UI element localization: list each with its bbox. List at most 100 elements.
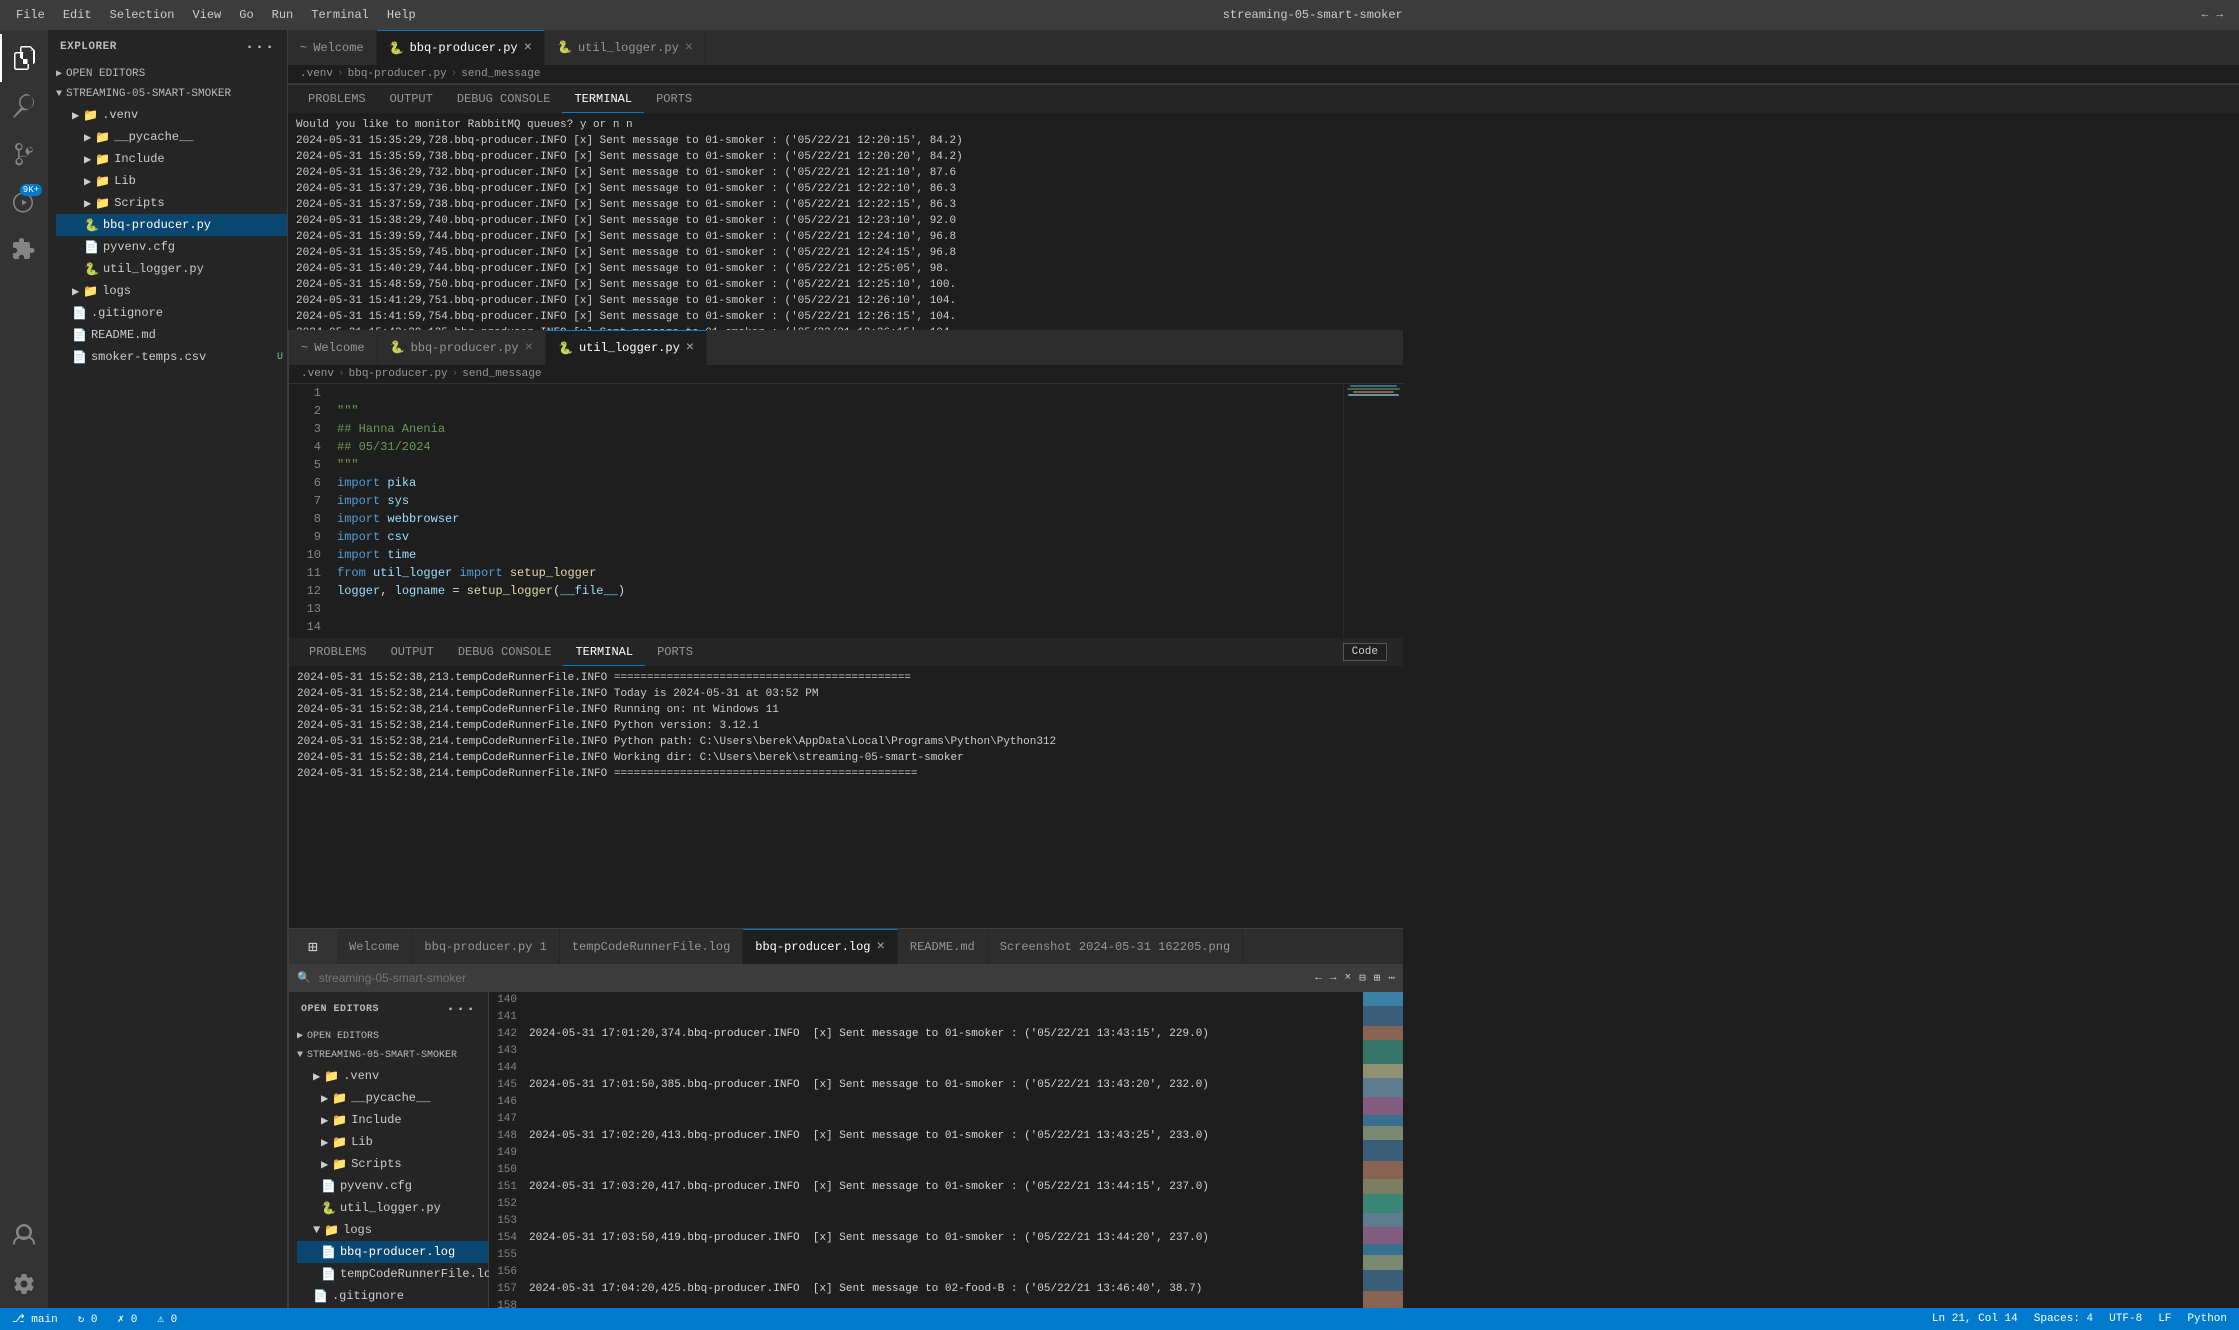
right-tab-close-bbq[interactable]: × xyxy=(525,340,533,356)
right-top-terminal[interactable]: 2024-05-31 15:52:38,213.tempCodeRunnerFi… xyxy=(289,666,1403,928)
rb-nav-forward[interactable]: → xyxy=(1330,972,1337,984)
se-project[interactable]: ▼ STREAMING-05-SMART-SMOKER xyxy=(289,1046,488,1065)
se-dots[interactable]: ··· xyxy=(446,1000,476,1018)
se-gitignore[interactable]: 📄 .gitignore xyxy=(297,1285,488,1307)
panel-tab-terminal[interactable]: TERMINAL xyxy=(562,85,644,113)
menu-view[interactable]: View xyxy=(184,6,229,24)
tree-item-gitignore[interactable]: 📄 .gitignore xyxy=(56,302,287,324)
encoding[interactable]: UTF-8 xyxy=(2105,1313,2146,1325)
right-tab-welcome[interactable]: ~ Welcome xyxy=(289,330,378,365)
activity-explorer[interactable] xyxy=(0,34,48,82)
se-logs[interactable]: ▼📁 logs xyxy=(297,1219,488,1241)
se-include[interactable]: ▶📁 Include xyxy=(297,1109,488,1131)
tree-item-bbq-producer[interactable]: 🐍 bbq-producer.py xyxy=(56,214,287,236)
tab-close-util[interactable]: × xyxy=(685,40,693,56)
rb-more-icon[interactable]: ⋯ xyxy=(1388,971,1395,985)
git-branch[interactable]: ⎇ main xyxy=(8,1312,62,1326)
tab-welcome[interactable]: ~ Welcome xyxy=(288,30,377,65)
code-button[interactable]: Code xyxy=(1343,643,1387,661)
activity-search[interactable] xyxy=(0,82,48,130)
menu-file[interactable]: File xyxy=(8,6,53,24)
tree-item-scripts[interactable]: ▶ 📁 Scripts xyxy=(56,192,287,214)
section-project[interactable]: ▼ STREAMING-05-SMART-SMOKER xyxy=(48,84,287,104)
cursor-position[interactable]: Ln 21, Col 14 xyxy=(1928,1313,2022,1325)
right-bc-file[interactable]: bbq-producer.py xyxy=(349,368,448,380)
explorer-menu-dots[interactable]: ··· xyxy=(245,38,275,56)
nav-back[interactable]: ← xyxy=(2202,9,2209,21)
se-pycache[interactable]: ▶📁 __pycache__ xyxy=(297,1087,488,1109)
tree-item-logs[interactable]: ▶ 📁 logs xyxy=(56,280,287,302)
rb-split-icon[interactable]: ⊟ xyxy=(1359,971,1366,985)
right-bc-venv[interactable]: .venv xyxy=(301,368,334,380)
rb-search-input[interactable] xyxy=(319,971,1308,985)
breadcrumb-file[interactable]: bbq-producer.py xyxy=(348,68,447,80)
menu-terminal[interactable]: Terminal xyxy=(303,6,377,24)
language-mode[interactable]: Python xyxy=(2183,1313,2231,1325)
line-ending[interactable]: LF xyxy=(2154,1313,2175,1325)
tree-item-readme[interactable]: 📄 README.md xyxy=(56,324,287,346)
right-panel-tab-terminal[interactable]: TERMINAL xyxy=(563,638,645,666)
sync-status[interactable]: ↻ 0 xyxy=(74,1312,102,1326)
indentation[interactable]: Spaces: 4 xyxy=(2030,1313,2097,1325)
rb-tab-log[interactable]: bbq-producer.log × xyxy=(743,929,898,964)
breadcrumb-venv[interactable]: .venv xyxy=(300,68,333,80)
activity-extensions[interactable] xyxy=(0,226,48,274)
tree-item-pyvenv[interactable]: 📄 pyvenv.cfg xyxy=(56,236,287,258)
rb-log-close[interactable]: × xyxy=(877,939,885,955)
tree-item-smoker-temps[interactable]: 📄 smoker-temps.csv U xyxy=(56,346,287,368)
activity-settings[interactable] xyxy=(0,1260,48,1308)
tree-item-venv[interactable]: ▶ 📁 .venv xyxy=(56,104,287,126)
right-panel-tab-problems[interactable]: PROBLEMS xyxy=(297,638,379,666)
log-content[interactable]: 140141142143144 145146147148149 15015115… xyxy=(489,992,1403,1308)
rb-explorer-icon[interactable]: ⊞ xyxy=(308,937,318,957)
tree-item-lib[interactable]: ▶ 📁 Lib xyxy=(56,170,287,192)
menu-selection[interactable]: Selection xyxy=(102,6,183,24)
se-bbq-log[interactable]: 📄 bbq-producer.log xyxy=(297,1241,488,1263)
se-lib[interactable]: ▶📁 Lib xyxy=(297,1131,488,1153)
rb-grid-icon[interactable]: ⊞ xyxy=(1374,971,1381,985)
tab-close-bbq[interactable]: × xyxy=(524,40,532,56)
rb-nav-back[interactable]: ← xyxy=(1315,972,1322,984)
tab-bbq-producer[interactable]: 🐍 bbq-producer.py × xyxy=(377,30,545,65)
right-panel-tab-debug[interactable]: DEBUG CONSOLE xyxy=(446,638,564,666)
menu-go[interactable]: Go xyxy=(231,6,261,24)
tree-item-pycache[interactable]: ▶ 📁 __pycache__ xyxy=(56,126,287,148)
menu-edit[interactable]: Edit xyxy=(55,6,100,24)
activity-accounts[interactable] xyxy=(0,1212,48,1260)
right-panel-tab-output[interactable]: OUTPUT xyxy=(379,638,446,666)
menu-run[interactable]: Run xyxy=(264,6,302,24)
right-code-content[interactable]: """ ## Hanna Anenia ## 05/31/2024 """ im… xyxy=(329,384,1343,638)
nav-forward[interactable]: → xyxy=(2216,9,2223,21)
terminal-content[interactable]: Would you like to monitor RabbitMQ queue… xyxy=(288,113,2239,330)
rb-tab-temp[interactable]: tempCodeRunnerFile.log xyxy=(560,929,743,964)
panel-tab-problems[interactable]: PROBLEMS xyxy=(296,85,378,113)
tab-util-logger[interactable]: 🐍 util_logger.py × xyxy=(545,30,706,65)
tree-item-include[interactable]: ▶ 📁 Include xyxy=(56,148,287,170)
rb-close-search[interactable]: × xyxy=(1345,972,1352,984)
rb-tab-screenshot[interactable]: Screenshot 2024-05-31 162205.png xyxy=(988,929,1243,964)
se-venv[interactable]: ▶📁 .venv xyxy=(297,1065,488,1087)
rb-tab-readme[interactable]: README.md xyxy=(898,929,988,964)
tree-item-util-logger[interactable]: 🐍 util_logger.py xyxy=(56,258,287,280)
se-temp-code[interactable]: 📄 tempCodeRunnerFile.log xyxy=(297,1263,488,1285)
panel-tab-debug[interactable]: DEBUG CONSOLE xyxy=(445,85,563,113)
warning-status[interactable]: ⚠ 0 xyxy=(153,1312,181,1326)
activity-git[interactable] xyxy=(0,130,48,178)
section-open-editors[interactable]: ▶ OPEN EDITORS xyxy=(48,64,287,84)
se-pyvenv[interactable]: 📄 pyvenv.cfg xyxy=(297,1175,488,1197)
rb-tab-bbq1[interactable]: bbq-producer.py 1 xyxy=(412,929,559,964)
se-open-editors[interactable]: ▶ OPEN EDITORS xyxy=(289,1026,488,1046)
rb-tab-welcome[interactable]: Welcome xyxy=(337,929,412,964)
se-scripts[interactable]: ▶📁 Scripts xyxy=(297,1153,488,1175)
right-tab-util[interactable]: 🐍 util_logger.py × xyxy=(546,330,707,365)
right-panel-tab-ports[interactable]: PORTS xyxy=(645,638,705,666)
right-tab-close-util[interactable]: × xyxy=(686,340,694,356)
se-util-logger[interactable]: 🐍 util_logger.py xyxy=(297,1197,488,1219)
panel-tab-ports[interactable]: PORTS xyxy=(644,85,704,113)
menu-help[interactable]: Help xyxy=(379,6,424,24)
panel-tab-output[interactable]: OUTPUT xyxy=(378,85,445,113)
error-status[interactable]: ✗ 0 xyxy=(114,1312,142,1326)
activity-run[interactable]: 9K+ xyxy=(0,178,48,226)
right-tab-bbq[interactable]: 🐍 bbq-producer.py × xyxy=(378,330,546,365)
right-bc-fn[interactable]: send_message xyxy=(462,368,541,380)
